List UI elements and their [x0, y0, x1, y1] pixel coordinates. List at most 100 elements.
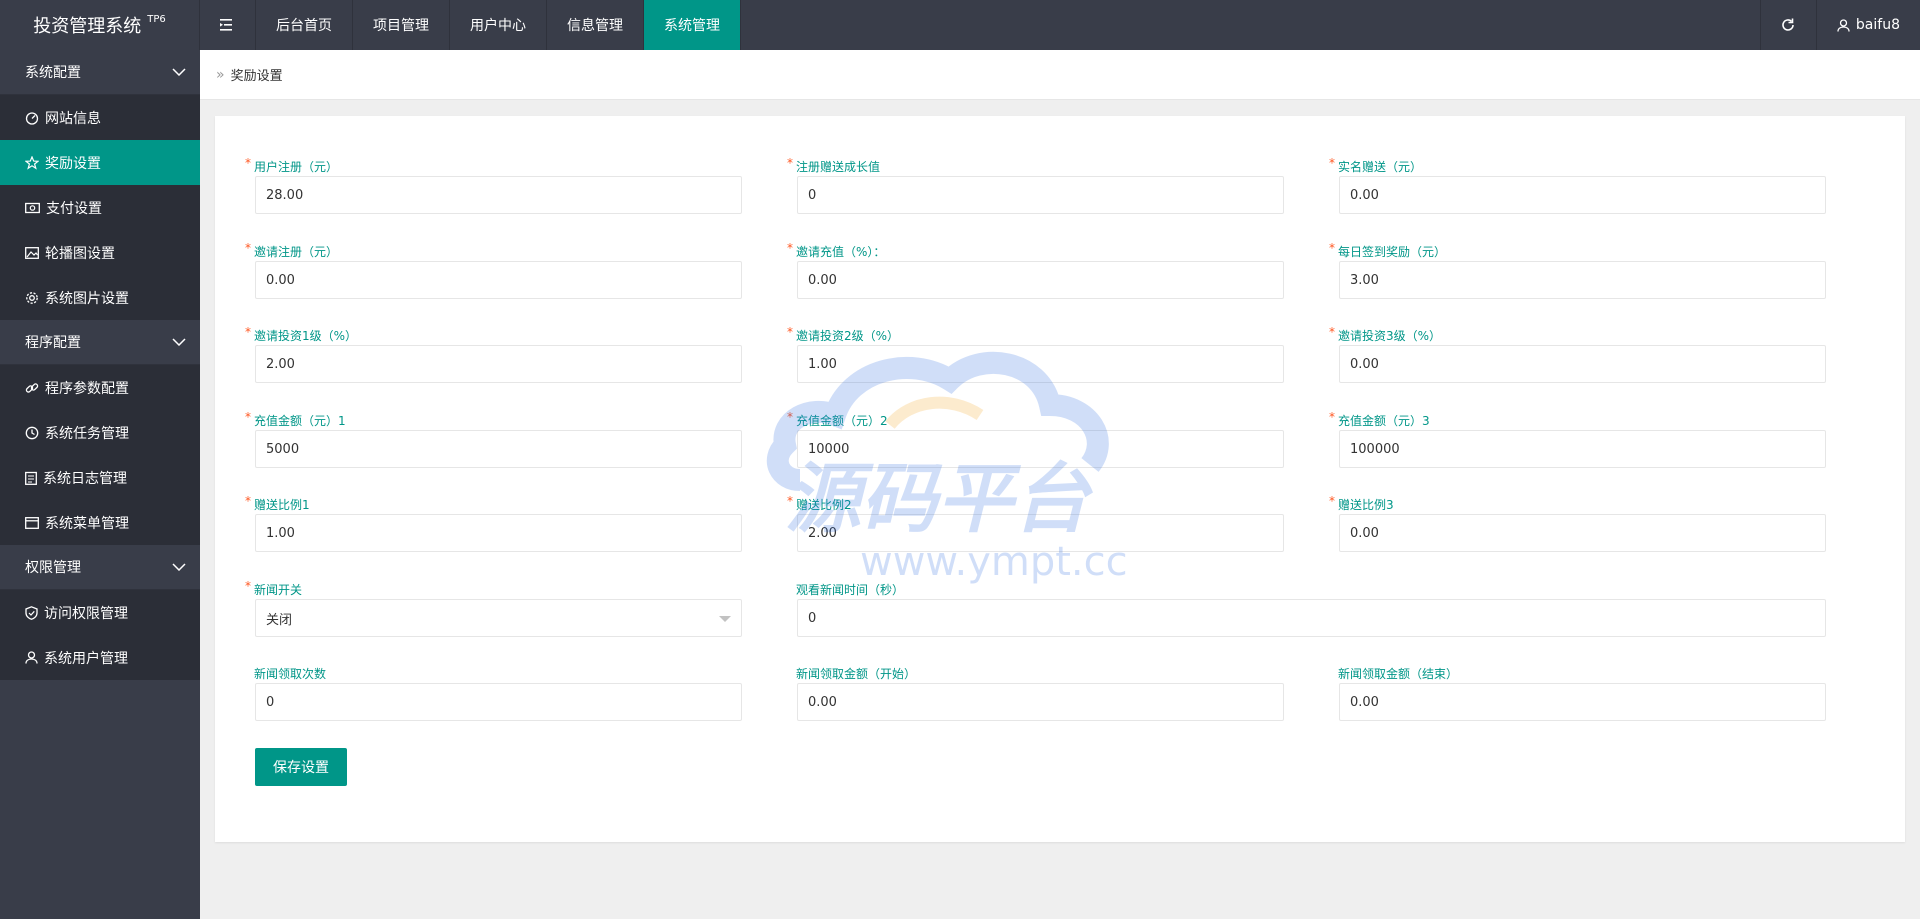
recharge-amount-1-input[interactable]: 5000 — [255, 430, 742, 468]
app-title: 投资管理系统 — [33, 16, 142, 37]
news-switch-select[interactable]: 关闭 — [255, 599, 742, 637]
chevron-down-icon — [172, 338, 186, 346]
user-register-input[interactable]: 28.00 — [255, 176, 742, 214]
field-gift-ratio-3: * 赠送比例3 0.00 — [1299, 494, 1826, 552]
nav-item-system[interactable]: 系统管理 — [644, 0, 741, 50]
star-icon — [25, 155, 39, 170]
sidebar-group-system-config[interactable]: 系统配置 — [0, 50, 200, 95]
invite-register-input[interactable]: 0.00 — [255, 261, 742, 299]
sidebar-item-system-images[interactable]: 系统图片设置 — [0, 275, 200, 320]
news-amount-end-input[interactable]: 0.00 — [1339, 683, 1826, 721]
required-mark: * — [1329, 241, 1335, 255]
required-mark: * — [245, 325, 251, 339]
user-icon — [1837, 18, 1850, 32]
sidebar-item-carousel-settings[interactable]: 轮播图设置 — [0, 230, 200, 275]
sidebar-item-label: 程序参数配置 — [45, 380, 129, 397]
gift-ratio-3-input[interactable]: 0.00 — [1339, 514, 1826, 552]
required-mark: * — [787, 156, 793, 170]
sidebar-item-label: 系统任务管理 — [45, 425, 129, 442]
sidebar-item-label: 访问权限管理 — [44, 605, 128, 622]
nav-item-projects[interactable]: 项目管理 — [353, 0, 450, 50]
field-register-growth: * 注册赠送成长值 0 — [757, 156, 1284, 214]
sidebar-item-reward-settings[interactable]: 奖励设置 — [0, 140, 200, 185]
gift-ratio-2-input[interactable]: 2.00 — [797, 514, 1284, 552]
required-mark: * — [245, 494, 251, 508]
field-invite-invest-3: * 邀请投资3级（%） 0.00 — [1299, 325, 1826, 383]
sidebar-item-label: 系统菜单管理 — [45, 515, 129, 532]
sidebar-item-task-management[interactable]: 系统任务管理 — [0, 410, 200, 455]
save-settings-button[interactable]: 保存设置 — [255, 748, 347, 786]
nav-item-info[interactable]: 信息管理 — [547, 0, 644, 50]
sidebar: 系统配置 网站信息 奖励设置 支付设置 轮播图设置 系统图片设置 程序配置 程序… — [0, 50, 200, 919]
field-label: 邀请投资2级（%） — [796, 328, 900, 343]
required-mark: * — [245, 579, 251, 593]
sidebar-item-payment-settings[interactable]: 支付设置 — [0, 185, 200, 230]
app-badge: TP6 — [147, 13, 166, 25]
daily-signin-input[interactable]: 3.00 — [1339, 261, 1826, 299]
field-realname-gift: * 实名赠送（元） 0.00 — [1299, 156, 1826, 214]
field-recharge-amount-1: * 充值金额（元）1 5000 — [215, 410, 742, 468]
money-icon — [25, 202, 40, 213]
field-gift-ratio-1: * 赠送比例1 1.00 — [215, 494, 742, 552]
recharge-amount-2-input[interactable]: 10000 — [797, 430, 1284, 468]
field-label: 邀请充值（%）： — [796, 244, 886, 259]
field-label: 邀请投资1级（%） — [254, 328, 358, 343]
double-chevron-right-icon: » — [216, 66, 225, 83]
field-label: 赠送比例3 — [1338, 497, 1394, 512]
user-menu[interactable]: baifu8 — [1815, 0, 1920, 50]
field-label: 充值金额（元）2 — [796, 413, 888, 428]
invite-invest-2-input[interactable]: 1.00 — [797, 345, 1284, 383]
field-label: 充值金额（元）1 — [254, 413, 346, 428]
sidebar-item-label: 奖励设置 — [45, 155, 101, 172]
sidebar-group-label: 系统配置 — [25, 65, 81, 81]
field-daily-signin: * 每日签到奖励（元） 3.00 — [1299, 241, 1826, 299]
field-label: 新闻领取金额（结束） — [1338, 666, 1459, 681]
caret-down-icon — [719, 616, 731, 622]
required-mark: * — [245, 410, 251, 424]
sidebar-item-log-management[interactable]: 系统日志管理 — [0, 455, 200, 500]
gear-icon — [26, 291, 38, 304]
field-label: 新闻领取金额（开始） — [796, 666, 917, 681]
gift-ratio-1-input[interactable]: 1.00 — [255, 514, 742, 552]
news-amount-start-input[interactable]: 0.00 — [797, 683, 1284, 721]
recharge-amount-3-input[interactable]: 100000 — [1339, 430, 1826, 468]
refresh-button[interactable] — [1759, 0, 1816, 50]
register-growth-input[interactable]: 0 — [797, 176, 1284, 214]
field-news-claim-count: 新闻领取次数 0 — [215, 663, 742, 721]
nav-item-users[interactable]: 用户中心 — [450, 0, 547, 50]
sidebar-item-label: 系统日志管理 — [43, 470, 127, 487]
log-icon — [25, 471, 37, 485]
username: baifu8 — [1855, 17, 1900, 33]
required-mark: * — [245, 241, 251, 255]
nav-item-home[interactable]: 后台首页 — [256, 0, 353, 50]
invite-invest-3-input[interactable]: 0.00 — [1339, 345, 1826, 383]
news-watch-time-input[interactable]: 0 — [797, 599, 1826, 637]
top-nav: 后台首页 项目管理 用户中心 信息管理 系统管理 — [256, 0, 741, 50]
sidebar-group-permissions[interactable]: 权限管理 — [0, 545, 200, 590]
sidebar-toggle-button[interactable] — [200, 0, 256, 50]
field-user-register: * 用户注册（元） 28.00 — [215, 156, 742, 214]
required-mark: * — [787, 494, 793, 508]
field-label: 新闻开关 — [254, 582, 303, 597]
app-logo[interactable]: 投资管理系统 TP6 — [0, 0, 200, 50]
sidebar-item-program-params[interactable]: 程序参数配置 — [0, 365, 200, 410]
invite-recharge-input[interactable]: 0.00 — [797, 261, 1284, 299]
field-label: 新闻领取次数 — [254, 666, 327, 681]
field-label: 邀请投资3级（%） — [1338, 328, 1442, 343]
sidebar-item-label: 系统图片设置 — [45, 290, 129, 307]
sidebar-item-menu-management[interactable]: 系统菜单管理 — [0, 500, 200, 545]
invite-invest-1-input[interactable]: 2.00 — [255, 345, 742, 383]
sidebar-item-access-permissions[interactable]: 访问权限管理 — [0, 590, 200, 635]
sidebar-item-site-info[interactable]: 网站信息 — [0, 95, 200, 140]
field-news-watch-time: 观看新闻时间（秒） 0 — [757, 579, 1826, 637]
sidebar-item-system-users[interactable]: 系统用户管理 — [0, 635, 200, 680]
field-gift-ratio-2: * 赠送比例2 2.00 — [757, 494, 1284, 552]
field-label: 充值金额（元）3 — [1338, 413, 1430, 428]
news-claim-count-input[interactable]: 0 — [255, 683, 742, 721]
realname-gift-input[interactable]: 0.00 — [1339, 176, 1826, 214]
field-invite-invest-1: * 邀请投资1级（%） 2.00 — [215, 325, 742, 383]
field-invite-invest-2: * 邀请投资2级（%） 1.00 — [757, 325, 1284, 383]
reward-settings-form: * 用户注册（元） 28.00 * 注册赠送成长值 0 * 实名赠送（元） 0.00 … — [215, 116, 1905, 842]
sidebar-group-program-config[interactable]: 程序配置 — [0, 320, 200, 365]
field-label: 观看新闻时间（秒） — [796, 582, 905, 597]
